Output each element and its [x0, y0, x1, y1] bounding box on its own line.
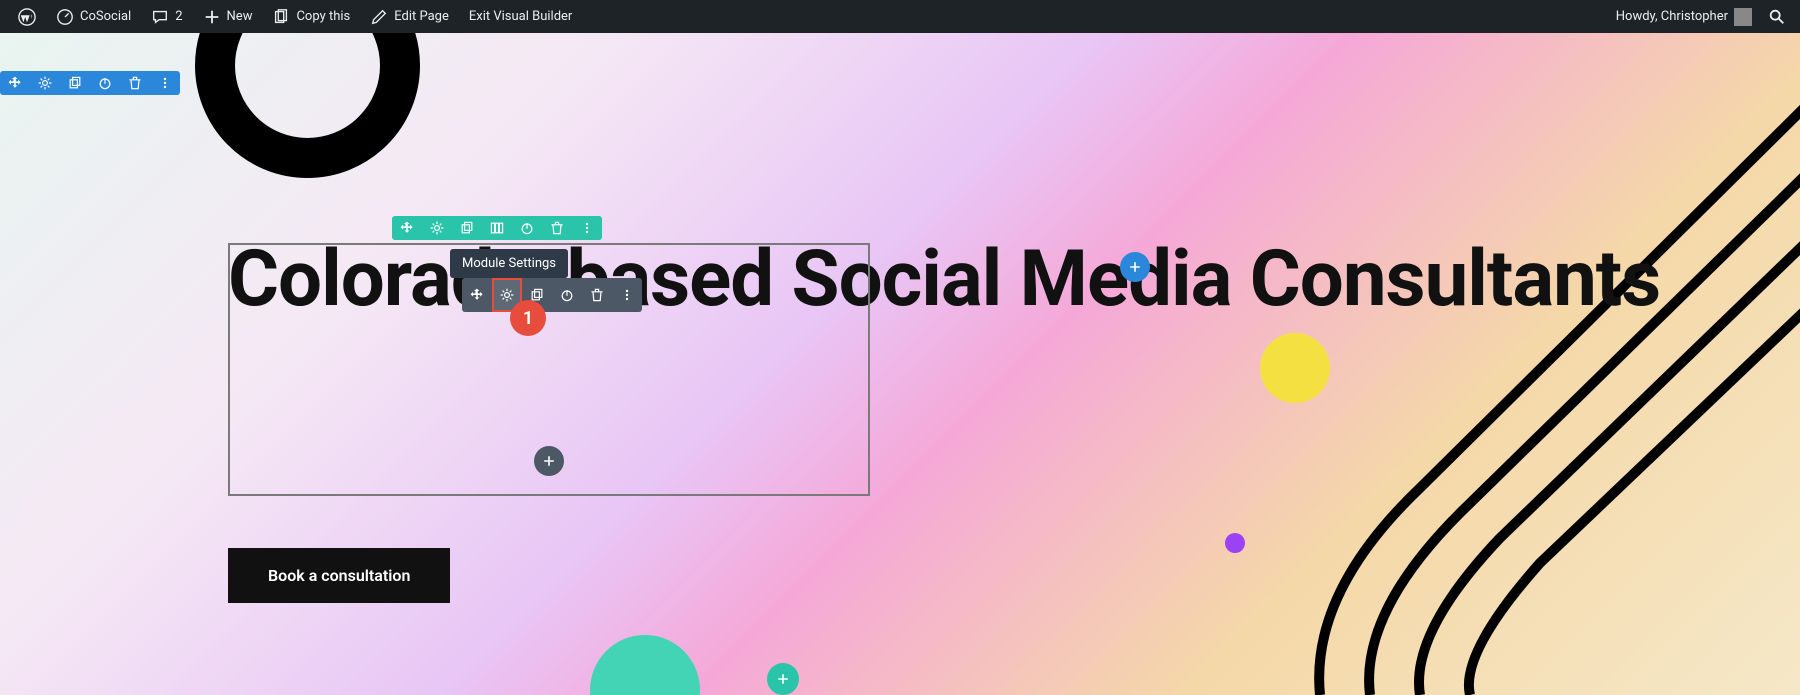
column-more-button[interactable] — [572, 216, 602, 240]
howdy-user[interactable]: Howdy, Christopher — [1606, 0, 1762, 33]
site-name-link[interactable]: CoSocial — [46, 0, 141, 33]
new-content-link[interactable]: New — [193, 0, 263, 33]
site-name-label: CoSocial — [80, 9, 131, 24]
new-label: New — [227, 9, 253, 24]
add-row-button[interactable] — [767, 663, 799, 695]
search-icon — [1768, 8, 1786, 26]
module-toolbar — [462, 278, 642, 312]
column-toolbar — [392, 216, 602, 240]
add-module-button[interactable] — [534, 446, 564, 476]
column-settings-button[interactable] — [422, 216, 452, 240]
plus-icon — [541, 453, 557, 469]
section-toolbar — [0, 71, 180, 95]
avatar — [1734, 8, 1752, 26]
module-move-button[interactable] — [462, 278, 492, 312]
section-delete-button[interactable] — [120, 71, 150, 95]
decorative-teal-circle — [590, 635, 700, 695]
column-power-button[interactable] — [512, 216, 542, 240]
wp-admin-bar: CoSocial 2 New Copy this Edit Page — [0, 0, 1800, 33]
cta-button[interactable]: Book a consultation — [228, 548, 450, 603]
section-move-button[interactable] — [0, 71, 30, 95]
plus-icon — [775, 671, 791, 687]
column-delete-button[interactable] — [542, 216, 572, 240]
builder-canvas: Module Settings 1 Colorado-based Social … — [0, 33, 1800, 695]
tooltip: Module Settings — [450, 249, 568, 278]
add-section-button[interactable] — [1120, 252, 1150, 282]
admin-bar-right: Howdy, Christopher — [1606, 0, 1792, 33]
decorative-purple-dot — [1225, 533, 1245, 553]
copy-icon — [272, 8, 290, 26]
annotation-badge-1: 1 — [510, 300, 546, 336]
dashboard-icon — [56, 8, 74, 26]
edit-page-link[interactable]: Edit Page — [360, 0, 459, 33]
module-delete-button[interactable] — [582, 278, 612, 312]
wp-logo[interactable] — [8, 0, 46, 33]
comments-count: 2 — [175, 9, 182, 24]
howdy-label: Howdy, Christopher — [1616, 9, 1728, 24]
section-power-button[interactable] — [90, 71, 120, 95]
exit-builder-link[interactable]: Exit Visual Builder — [459, 0, 582, 33]
column-move-button[interactable] — [392, 216, 422, 240]
section-duplicate-button[interactable] — [60, 71, 90, 95]
plus-icon — [1127, 259, 1143, 275]
decorative-diagonal-lines — [900, 33, 1800, 695]
decorative-yellow-circle — [1260, 333, 1330, 403]
comments-link[interactable]: 2 — [141, 0, 192, 33]
wordpress-icon — [18, 8, 36, 26]
plus-icon — [203, 8, 221, 26]
decorative-ring — [195, 33, 420, 178]
comment-icon — [151, 8, 169, 26]
admin-bar-left: CoSocial 2 New Copy this Edit Page — [8, 0, 582, 33]
column-layout-button[interactable] — [482, 216, 512, 240]
edit-label: Edit Page — [394, 9, 449, 24]
column-duplicate-button[interactable] — [452, 216, 482, 240]
copy-label: Copy this — [296, 9, 350, 24]
module-more-button[interactable] — [612, 278, 642, 312]
section-more-button[interactable] — [150, 71, 180, 95]
module-power-button[interactable] — [552, 278, 582, 312]
copy-this-link[interactable]: Copy this — [262, 0, 360, 33]
section-settings-button[interactable] — [30, 71, 60, 95]
admin-search-button[interactable] — [1762, 0, 1792, 33]
exit-label: Exit Visual Builder — [469, 9, 572, 24]
pencil-icon — [370, 8, 388, 26]
